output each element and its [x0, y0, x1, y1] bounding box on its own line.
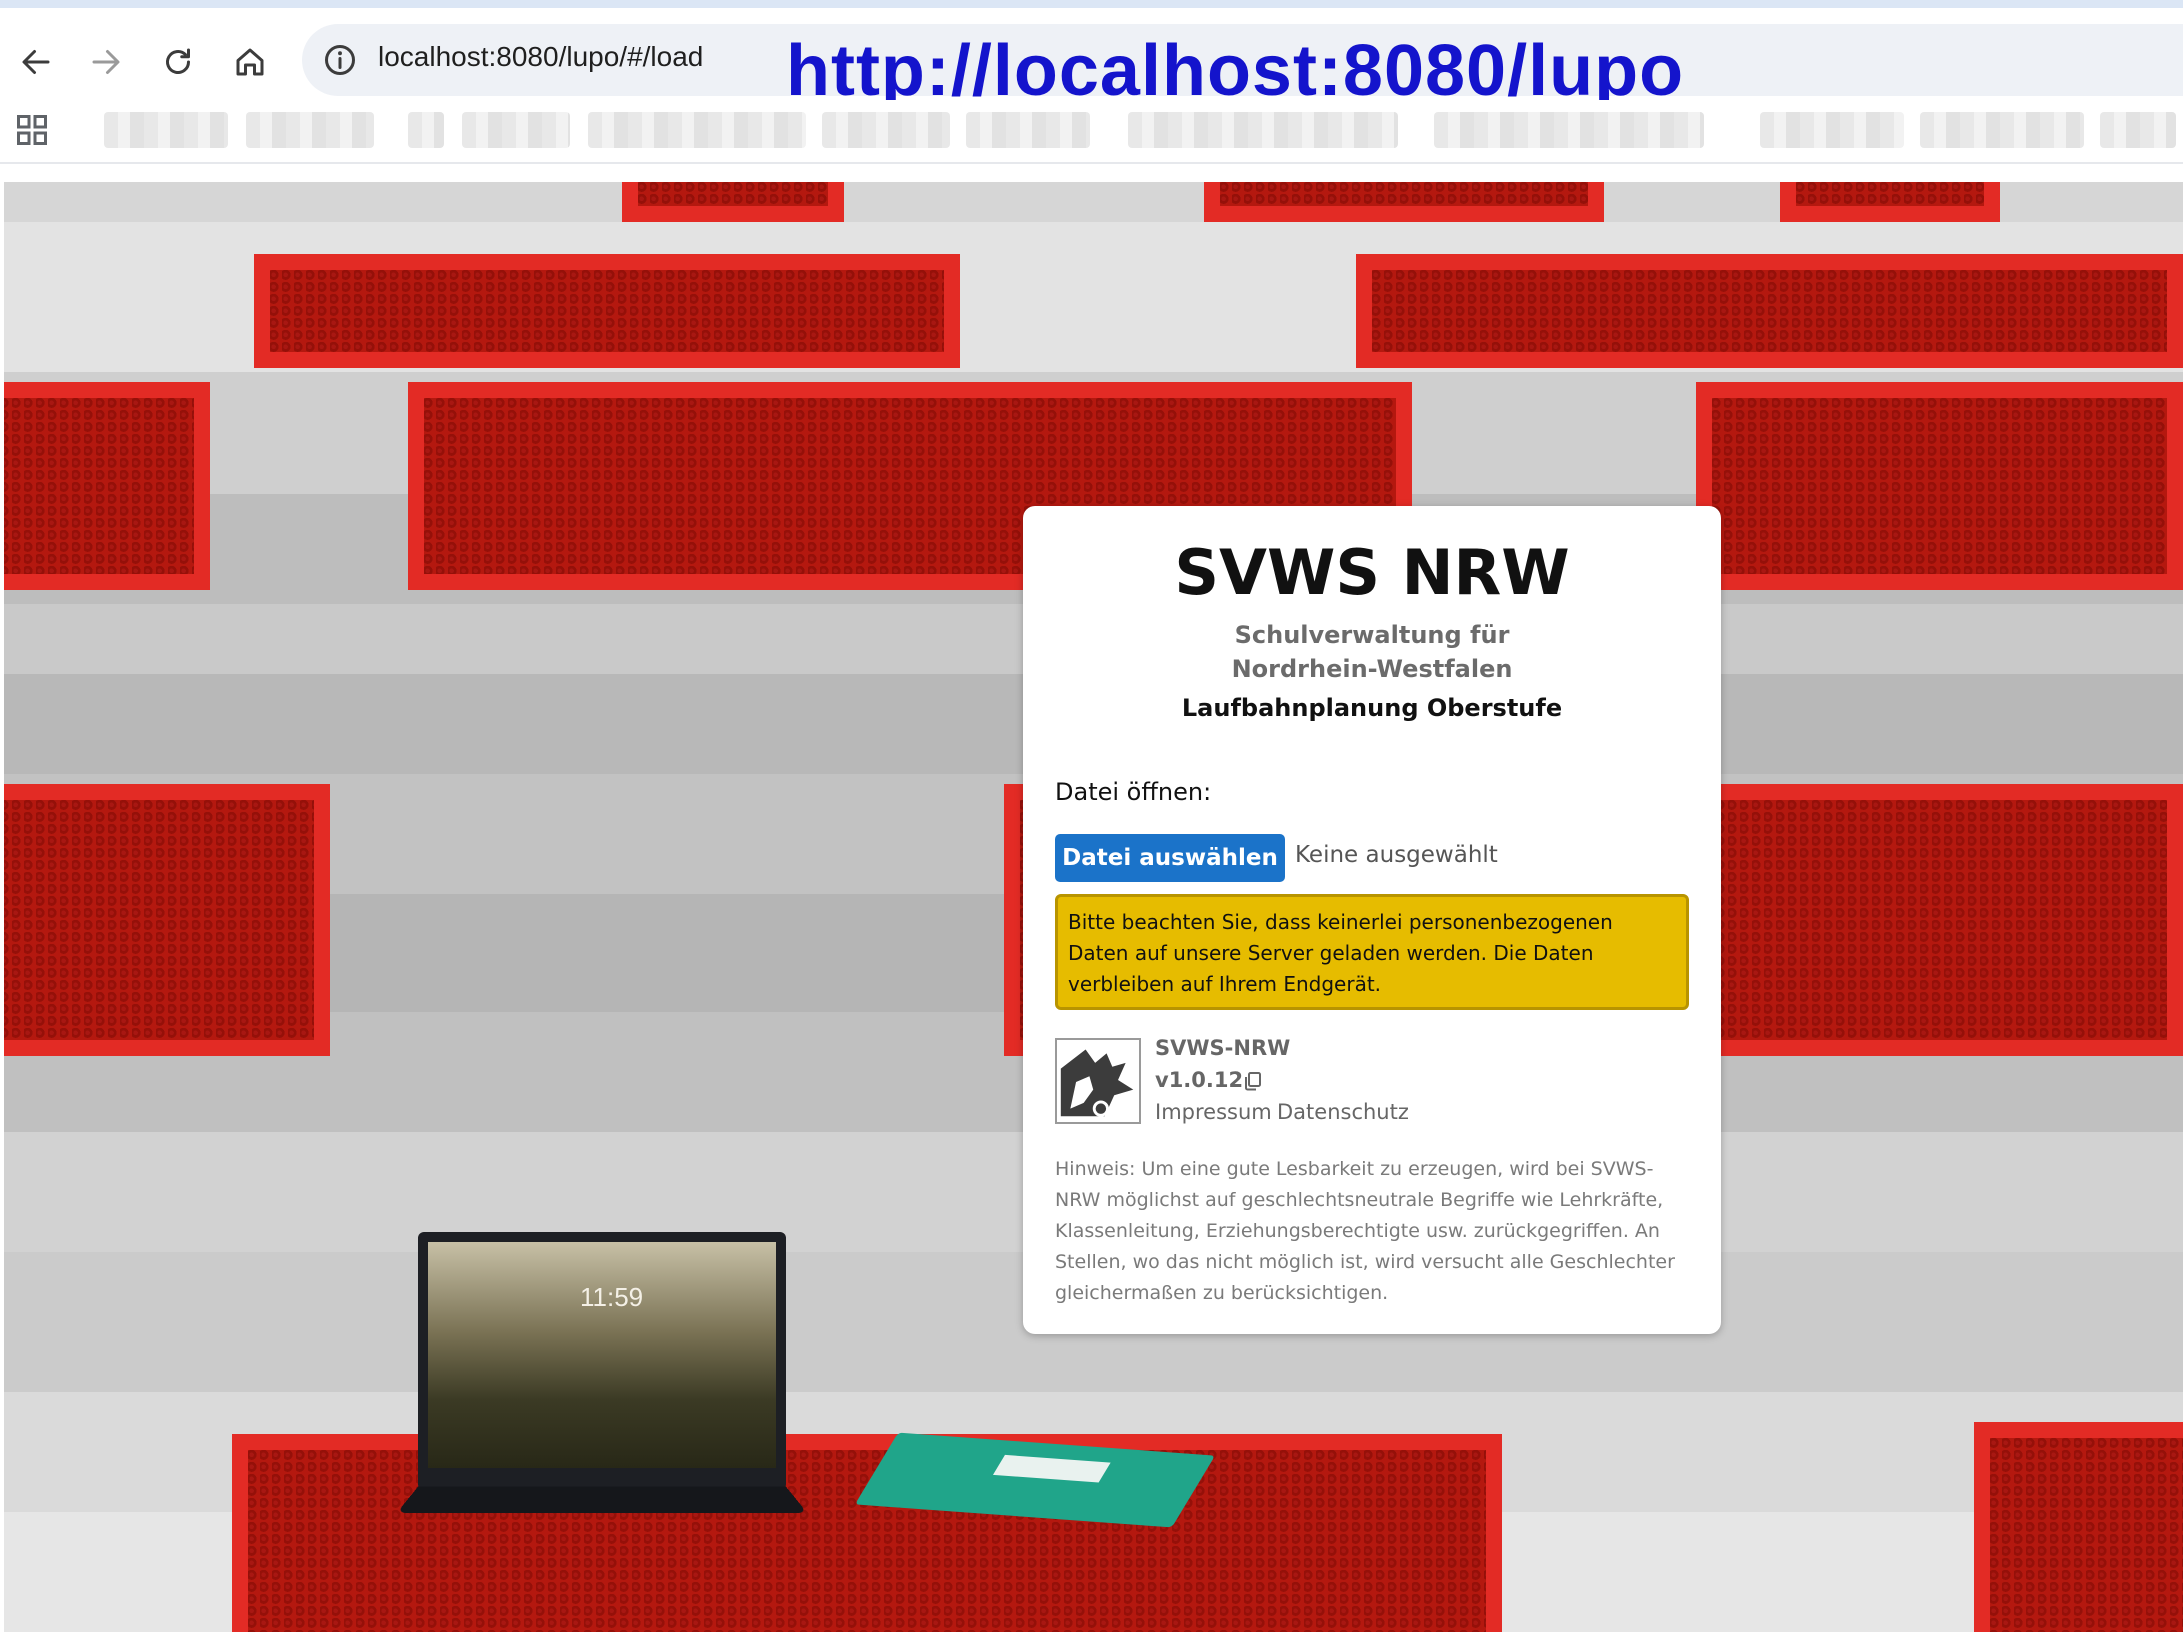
red-bench	[1974, 1422, 2183, 1632]
bookmark-item[interactable]	[588, 112, 806, 148]
laptop-image: 11:59	[396, 1232, 808, 1513]
file-open-label: Datei öffnen:	[1055, 778, 1212, 806]
red-bench	[254, 254, 960, 368]
back-button[interactable]	[10, 36, 62, 88]
red-bench	[4, 784, 330, 1056]
copy-icon[interactable]	[1241, 1069, 1265, 1093]
bookmarks-bar	[0, 100, 2183, 164]
browser-toolbar: localhost:8080/lupo/#/load http://localh…	[0, 8, 2183, 111]
nrw-horse-icon	[1057, 1040, 1139, 1122]
bookmark-item[interactable]	[1760, 112, 1904, 148]
laptop-clock: 11:59	[580, 1282, 644, 1312]
red-bench	[1356, 254, 2183, 368]
bookmark-item[interactable]	[462, 112, 570, 148]
laptop-keyboard	[396, 1486, 808, 1513]
arrow-right-icon	[92, 50, 120, 74]
browser-top-strip	[0, 0, 2183, 8]
red-bench	[4, 382, 210, 590]
bookmark-item[interactable]	[1434, 112, 1704, 148]
red-bench	[1204, 182, 1604, 222]
bookmark-item[interactable]	[966, 112, 1090, 148]
page-title: SVWS NRW	[1174, 536, 1570, 609]
home-icon	[236, 48, 264, 76]
nrw-logo	[1055, 1038, 1141, 1124]
brand-name: SVWS-NRW	[1155, 1036, 1291, 1060]
red-bench	[1780, 182, 2000, 222]
file-status: Keine ausgewählt	[1295, 842, 1498, 868]
choose-file-button[interactable]: Datei auswählen	[1055, 834, 1285, 882]
subtitle: Schulverwaltung für Nordrhein-Westfalen	[1023, 618, 1721, 686]
version-label: v1.0.12	[1155, 1068, 1244, 1092]
home-button[interactable]	[224, 36, 276, 88]
reload-icon	[166, 48, 190, 74]
info-icon[interactable]	[322, 42, 358, 78]
red-bench	[622, 182, 844, 222]
app-name: Laufbahnplanung Oberstufe	[1181, 694, 1563, 722]
bookmark-item[interactable]	[822, 112, 950, 148]
subtitle-line-1: Schulverwaltung für	[1234, 621, 1510, 649]
hint-text: Hinweis: Um eine gute Lesbarkeit zu erze…	[1055, 1158, 1675, 1304]
bookmark-item[interactable]	[104, 112, 228, 148]
datenschutz-link[interactable]: Datenschutz	[1277, 1100, 1409, 1124]
bookmark-item[interactable]	[246, 112, 374, 148]
subtitle-line-2: Nordrhein-Westfalen	[1231, 655, 1513, 683]
arrow-left-icon	[22, 50, 50, 74]
laptop-screen: 11:59	[428, 1242, 776, 1468]
red-bench	[1696, 382, 2183, 590]
reload-button[interactable]	[152, 36, 204, 88]
notebook-label	[992, 1454, 1111, 1483]
url-text[interactable]: localhost:8080/lupo/#/load	[378, 41, 703, 73]
impressum-link[interactable]: Impressum	[1155, 1100, 1272, 1124]
bookmark-item[interactable]	[1920, 112, 2084, 148]
bookmark-item[interactable]	[1128, 112, 1398, 148]
privacy-notice: Bitte beachten Sie, dass keinerlei perso…	[1055, 894, 1689, 1010]
bookmark-item[interactable]	[408, 112, 444, 148]
apps-grid-icon[interactable]	[14, 112, 50, 148]
forward-button[interactable]	[80, 36, 132, 88]
load-card: SVWS NRW Schulverwaltung für Nordrhein-W…	[1023, 506, 1721, 1334]
bookmark-item[interactable]	[2100, 112, 2176, 148]
